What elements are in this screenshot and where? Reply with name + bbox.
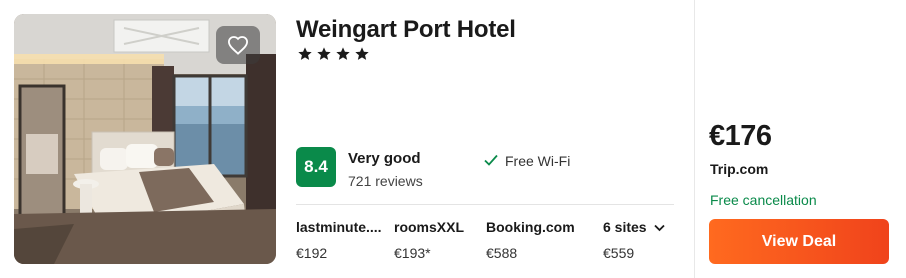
chevron-down-icon [653, 219, 665, 235]
offer-site-name: roomsXXL [394, 219, 465, 235]
hotel-result-card: Weingart Port Hotel 8.4 Very good 721 re… [0, 0, 906, 278]
amenity-free-wifi: Free Wi-Fi [484, 153, 570, 169]
cancellation-policy: Free cancellation [710, 192, 817, 208]
offer-price: €588 [486, 245, 518, 261]
favorite-button[interactable] [216, 26, 260, 64]
rating-score-badge[interactable]: 8.4 [296, 147, 336, 187]
star-icon [297, 46, 313, 62]
divider [296, 204, 674, 205]
offer-site-name: lastminute.... [296, 219, 382, 235]
star-icon [335, 46, 351, 62]
hotel-photo[interactable] [14, 14, 276, 264]
more-sites-label-row: 6 sites [603, 219, 665, 235]
more-sites-label: 6 sites [603, 219, 647, 235]
star-icon [316, 46, 332, 62]
amenity-label: Free Wi-Fi [505, 153, 571, 169]
column-divider [694, 0, 695, 278]
offer-booking[interactable]: Booking.com €588 [486, 219, 575, 261]
star-icon [354, 46, 370, 62]
offer-price: €193* [394, 245, 431, 261]
deal-provider: Trip.com [710, 161, 769, 177]
star-rating [297, 46, 370, 62]
offer-lastminute[interactable]: lastminute.... €192 [296, 219, 382, 261]
offer-roomsxxl[interactable]: roomsXXL €193* [394, 219, 464, 261]
offer-price: €192 [296, 245, 328, 261]
view-deal-button[interactable]: View Deal [709, 219, 889, 264]
heart-outline-icon [227, 35, 249, 55]
deal-price: €176 [709, 120, 772, 152]
review-count[interactable]: 721 reviews [348, 173, 423, 189]
checkmark-icon [484, 153, 498, 169]
more-sites-price: €559 [603, 245, 635, 261]
hotel-name[interactable]: Weingart Port Hotel [296, 16, 516, 44]
rating-label: Very good [348, 150, 421, 167]
more-sites-dropdown[interactable]: 6 sites €559 [603, 219, 665, 261]
offer-site-name: Booking.com [486, 219, 575, 235]
